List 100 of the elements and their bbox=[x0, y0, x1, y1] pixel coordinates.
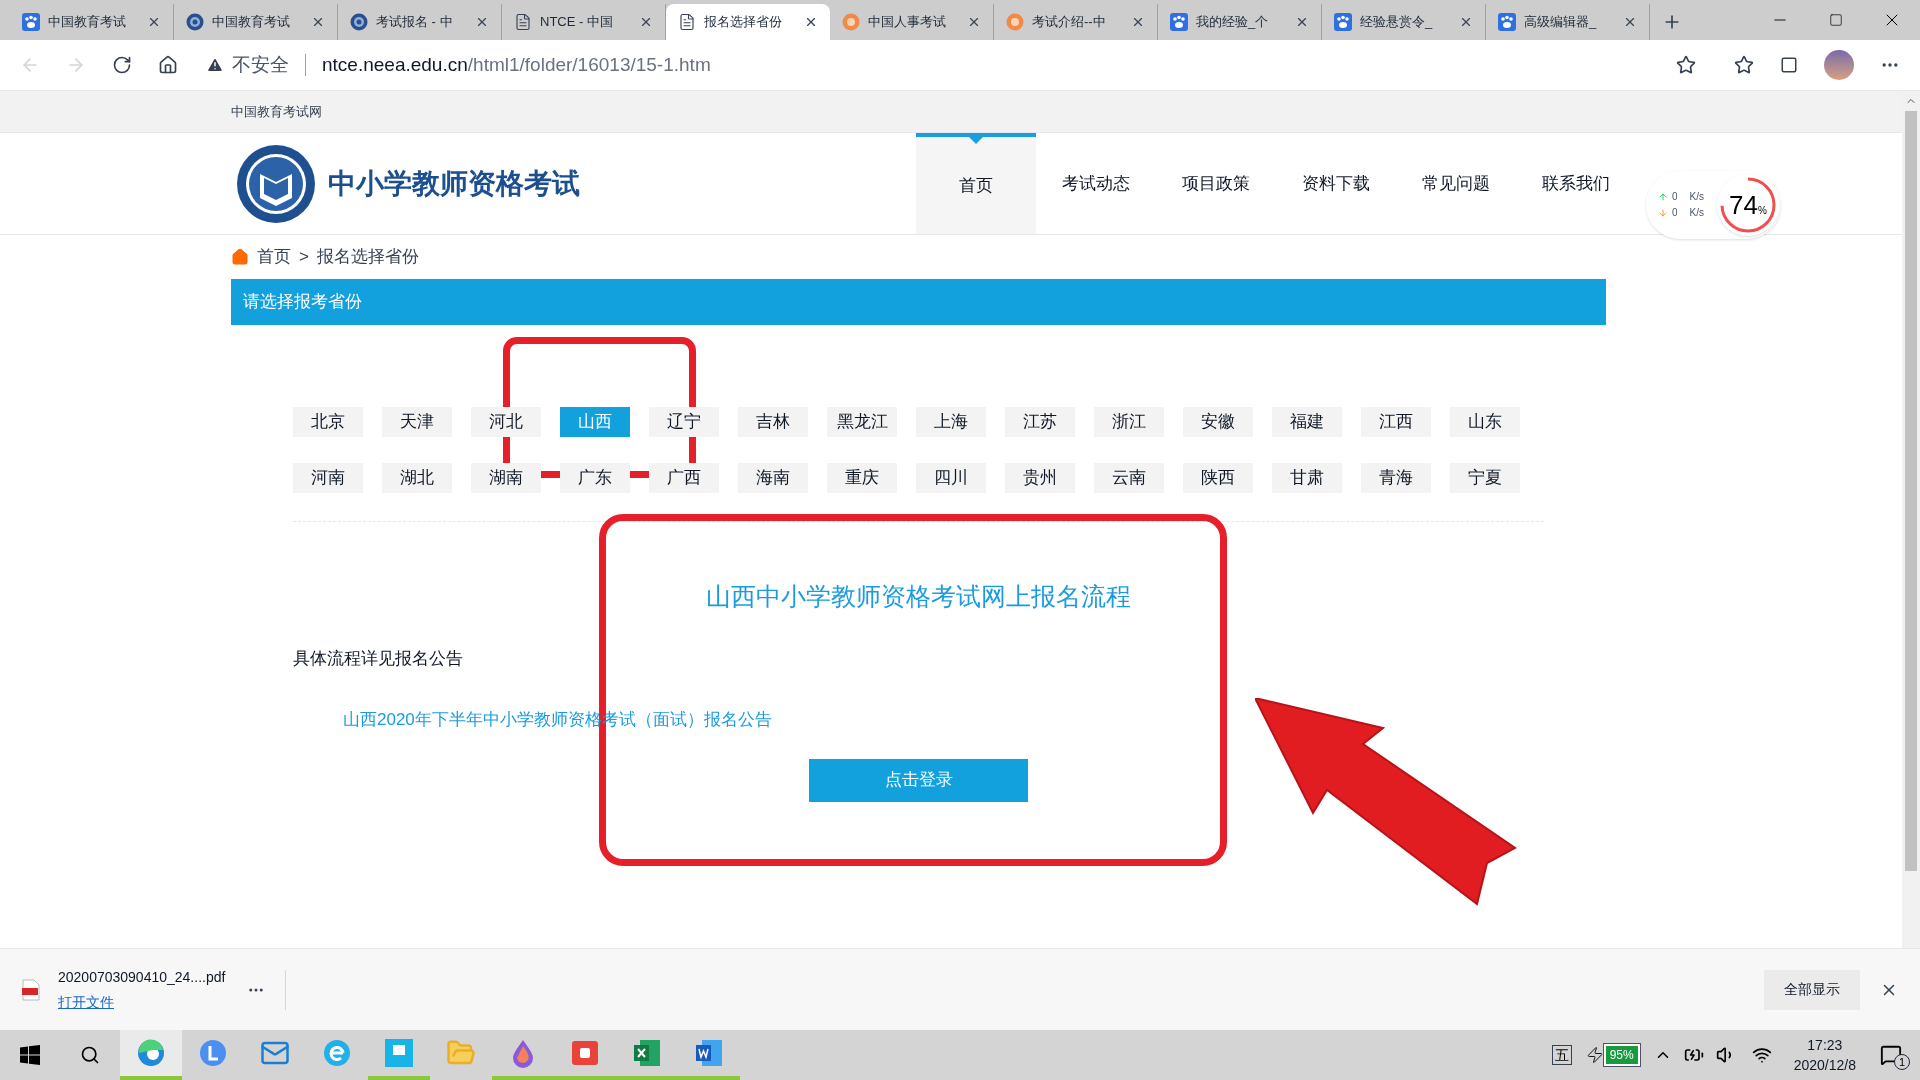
security-label: 不安全 bbox=[232, 52, 289, 77]
province-button[interactable]: 宁夏 bbox=[1450, 463, 1520, 493]
province-button[interactable]: 安徽 bbox=[1183, 407, 1253, 437]
breadcrumb-separator: > bbox=[299, 246, 309, 269]
favorite-icon[interactable] bbox=[1676, 55, 1696, 75]
province-button[interactable]: 海南 bbox=[738, 463, 808, 493]
province-button[interactable]: 湖南 bbox=[471, 463, 541, 493]
browser-taskbar-icon[interactable] bbox=[120, 1030, 182, 1080]
tab-title: 中国人事考试 bbox=[868, 13, 947, 32]
province-button[interactable]: 天津 bbox=[382, 407, 452, 437]
close-icon[interactable] bbox=[1295, 15, 1309, 29]
close-icon[interactable] bbox=[147, 15, 161, 29]
refresh-icon[interactable] bbox=[112, 55, 132, 75]
notification-count: 1 bbox=[1894, 1054, 1910, 1070]
province-button[interactable]: 湖北 bbox=[382, 463, 452, 493]
input-method-indicator[interactable]: 五 bbox=[1551, 1045, 1572, 1065]
notification-icon[interactable] bbox=[1880, 1044, 1902, 1066]
province-button[interactable]: 福建 bbox=[1272, 407, 1342, 437]
home-icon bbox=[231, 248, 249, 266]
circle-logo-icon bbox=[1006, 13, 1024, 31]
logo-emblem-icon bbox=[236, 143, 316, 224]
province-button[interactable]: 贵州 bbox=[1005, 463, 1075, 493]
province-button[interactable]: 甘肃 bbox=[1272, 463, 1342, 493]
province-button[interactable]: 广西 bbox=[649, 463, 719, 493]
breadcrumb-link[interactable]: 首页 bbox=[257, 244, 291, 270]
profile-avatar[interactable] bbox=[1824, 50, 1854, 80]
nav-item[interactable]: 项目政策 bbox=[1156, 133, 1276, 234]
paw-icon bbox=[1334, 13, 1352, 31]
province-button[interactable]: 河南 bbox=[293, 463, 363, 493]
site-name[interactable]: 中国教育考试网 bbox=[231, 101, 322, 122]
close-icon[interactable] bbox=[804, 15, 818, 29]
clock-time[interactable]: 17:23 bbox=[1807, 1035, 1843, 1055]
close-icon[interactable] bbox=[1623, 15, 1637, 29]
province-button[interactable]: 云南 bbox=[1094, 463, 1164, 493]
province-button[interactable]: 江西 bbox=[1361, 407, 1431, 437]
down-arrow-icon bbox=[1658, 208, 1668, 218]
province-button[interactable]: 辽宁 bbox=[649, 407, 719, 437]
tab-title: 我的经验_个 bbox=[1196, 13, 1270, 32]
nav-item[interactable]: 联系我们 bbox=[1516, 133, 1636, 234]
favorites-list-icon[interactable] bbox=[1734, 55, 1754, 75]
download-file-name: 20200703090410_24....pdf bbox=[58, 967, 226, 987]
section-header: 请选择报考省份 bbox=[231, 279, 1606, 325]
windows-start-icon[interactable] bbox=[20, 1045, 40, 1065]
clock-date[interactable]: 2020/12/8 bbox=[1793, 1055, 1856, 1075]
paw-icon bbox=[1498, 13, 1516, 31]
close-icon[interactable] bbox=[475, 15, 489, 29]
province-button[interactable]: 上海 bbox=[916, 407, 986, 437]
upload-speed: 0 bbox=[1672, 190, 1678, 204]
flow-title: 山西中小学教师资格考试网上报名流程 bbox=[706, 582, 1131, 610]
tab-title: 中国教育考试 bbox=[212, 13, 291, 32]
tab-title: 考试介绍--中 bbox=[1032, 13, 1107, 32]
search-icon[interactable] bbox=[80, 1045, 100, 1065]
province-button[interactable]: 广东 bbox=[560, 463, 630, 493]
show-all-button[interactable]: 全部显示 bbox=[1764, 969, 1860, 1010]
page-icon bbox=[514, 13, 532, 31]
nav-item[interactable]: 资料下载 bbox=[1276, 133, 1396, 234]
caret-icon bbox=[969, 137, 983, 144]
browser-tab[interactable]: 报名选择省份 bbox=[666, 4, 830, 40]
open-file-link[interactable]: 打开文件 bbox=[58, 991, 226, 1013]
nav-item[interactable]: 首页 bbox=[916, 133, 1036, 234]
province-button[interactable]: 河北 bbox=[471, 407, 541, 437]
emblem-icon bbox=[186, 13, 204, 31]
nav-item[interactable]: 常见问题 bbox=[1396, 133, 1516, 234]
close-icon[interactable] bbox=[639, 15, 653, 29]
province-button[interactable]: 四川 bbox=[916, 463, 986, 493]
collections-icon[interactable] bbox=[1780, 56, 1798, 74]
province-button[interactable]: 浙江 bbox=[1094, 407, 1164, 437]
tab-title: 经验悬赏令_ bbox=[1360, 13, 1434, 32]
paw-icon bbox=[1170, 13, 1188, 31]
speed-unit: K/s bbox=[1689, 190, 1704, 204]
province-button[interactable]: 黑龙江 bbox=[827, 407, 897, 437]
province-button[interactable]: 陕西 bbox=[1183, 463, 1253, 493]
tab-title: 考试报名 - 中 bbox=[376, 13, 454, 32]
usage-percent: 74% bbox=[1729, 188, 1767, 222]
close-icon[interactable] bbox=[967, 15, 981, 29]
download-speed: 0 bbox=[1672, 206, 1678, 220]
province-button[interactable]: 山东 bbox=[1450, 407, 1520, 437]
site-title: 中小学教师资格考试 bbox=[328, 166, 580, 201]
province-button[interactable]: 吉林 bbox=[738, 407, 808, 437]
close-icon[interactable] bbox=[1131, 15, 1145, 29]
province-button[interactable]: 重庆 bbox=[827, 463, 897, 493]
paw-icon bbox=[22, 13, 40, 31]
url-text: ntce.neea.edu.cn/html1/folder/16013/15-1.htm bbox=[322, 52, 711, 77]
speed-unit: K/s bbox=[1689, 206, 1704, 220]
tab-title: 报名选择省份 bbox=[704, 13, 783, 32]
province-button[interactable]: 青海 bbox=[1361, 463, 1431, 493]
wifi-icon[interactable] bbox=[1751, 1045, 1772, 1065]
close-icon[interactable] bbox=[311, 15, 325, 29]
charging-icon bbox=[1585, 1046, 1604, 1064]
province-button[interactable]: 江苏 bbox=[1005, 407, 1075, 437]
nav-item[interactable]: 考试动态 bbox=[1036, 133, 1156, 234]
close-icon[interactable] bbox=[1459, 15, 1473, 29]
home-icon[interactable] bbox=[158, 55, 178, 75]
page-icon bbox=[678, 13, 696, 31]
province-button[interactable]: 北京 bbox=[293, 407, 363, 437]
restore-icon[interactable] bbox=[1829, 13, 1843, 27]
scrollbar[interactable] bbox=[1902, 91, 1920, 948]
pdf-file-icon bbox=[22, 978, 40, 1001]
battery-level[interactable]: 95% bbox=[1603, 1044, 1640, 1066]
tab-title: NTCE - 中国 bbox=[540, 13, 614, 32]
